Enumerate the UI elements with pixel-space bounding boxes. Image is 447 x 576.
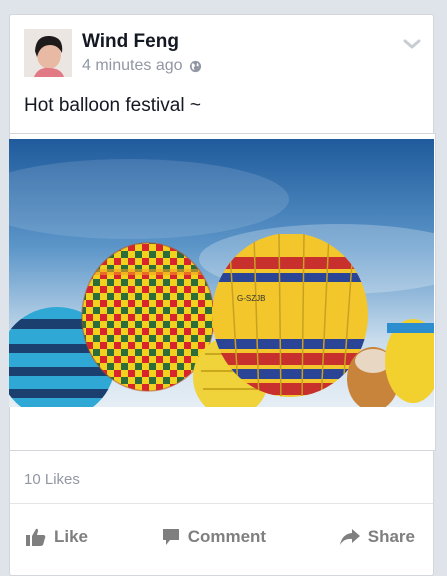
avatar[interactable] bbox=[24, 29, 72, 77]
author-name[interactable]: Wind Feng bbox=[82, 31, 179, 53]
likes-count[interactable]: 10 Likes bbox=[24, 471, 80, 488]
chevron-down-icon[interactable] bbox=[403, 37, 421, 51]
post-caption: Hot balloon festival ~ bbox=[24, 95, 201, 116]
post-photo[interactable]: G-SZJB bbox=[9, 139, 434, 407]
like-button[interactable]: Like bbox=[26, 521, 88, 553]
share-button[interactable]: Share bbox=[339, 521, 415, 553]
divider bbox=[10, 503, 433, 504]
balloon-registration: G-SZJB bbox=[237, 294, 265, 303]
share-label: Share bbox=[367, 527, 415, 546]
hot-air-balloons-image: G-SZJB bbox=[9, 139, 434, 407]
globe-icon bbox=[189, 60, 201, 72]
post-card: Wind Feng 4 minutes ago Hot balloon fest… bbox=[9, 14, 436, 576]
post-actions: Like Comment Share bbox=[10, 521, 433, 553]
post-meta: 4 minutes ago bbox=[82, 57, 202, 75]
share-arrow-icon bbox=[339, 529, 360, 545]
comment-button[interactable]: Comment bbox=[162, 521, 266, 553]
comment-label: Comment bbox=[187, 527, 267, 546]
thumbs-up-icon bbox=[26, 528, 46, 546]
comment-icon bbox=[162, 529, 179, 545]
avatar-photo bbox=[24, 29, 72, 77]
like-label: Like bbox=[54, 527, 89, 546]
timestamp[interactable]: 4 minutes ago bbox=[82, 57, 183, 75]
